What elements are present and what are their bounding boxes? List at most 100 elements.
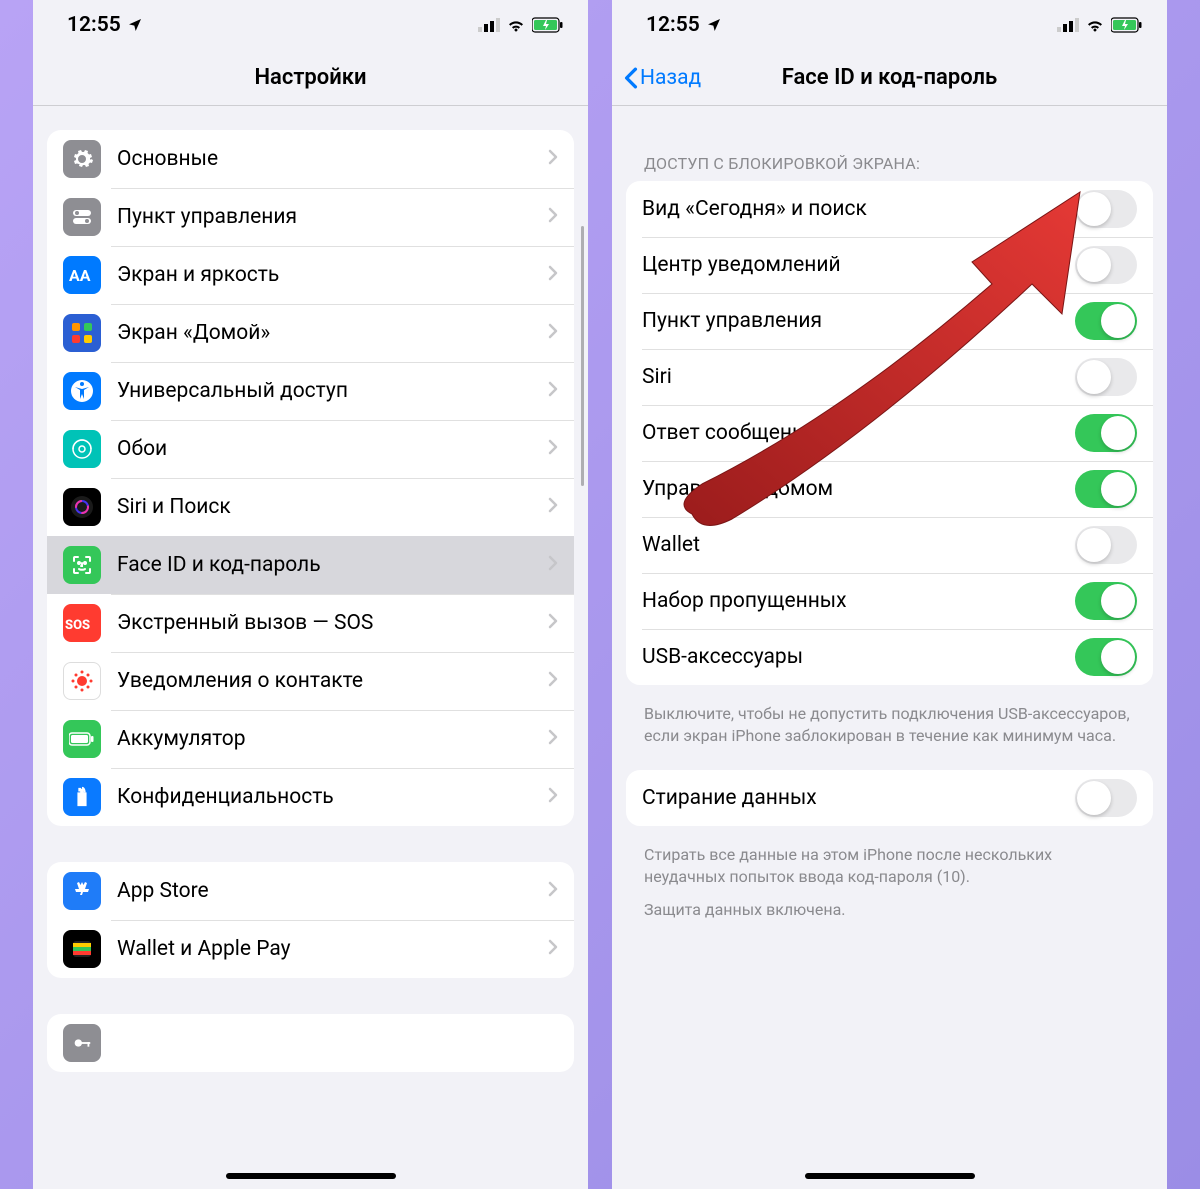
toggle-row: Центр уведомлений bbox=[626, 237, 1153, 293]
chevron-right-icon bbox=[548, 671, 558, 691]
chevron-right-icon bbox=[548, 265, 558, 285]
toggle-label: Ответ сообщением bbox=[642, 421, 1075, 445]
signal-icon bbox=[1057, 18, 1079, 32]
toggle-label: Вид «Сегодня» и поиск bbox=[642, 197, 1075, 221]
list-item[interactable]: Wallet и Apple Pay bbox=[47, 920, 574, 978]
home-indicator[interactable] bbox=[805, 1173, 975, 1179]
chevron-right-icon bbox=[548, 881, 558, 901]
list-item[interactable]: Face ID и код-пароль bbox=[47, 536, 574, 594]
battery-charging-icon bbox=[1111, 17, 1143, 33]
toggle-switch[interactable] bbox=[1075, 246, 1137, 284]
toggle-switch[interactable] bbox=[1075, 526, 1137, 564]
toggle-switch[interactable] bbox=[1075, 582, 1137, 620]
section-header: ДОСТУП С БЛОКИРОВКОЙ ЭКРАНА: bbox=[626, 154, 1153, 181]
nav-header: Настройки bbox=[33, 50, 588, 106]
chevron-right-icon bbox=[548, 613, 558, 633]
svg-text:AA: AA bbox=[69, 266, 91, 285]
list-item[interactable]: Аккумулятор bbox=[47, 710, 574, 768]
list-item[interactable]: Конфиденциальность bbox=[47, 768, 574, 826]
chevron-right-icon bbox=[548, 149, 558, 169]
list-item[interactable]: Экран «Домой» bbox=[47, 304, 574, 362]
list-item[interactable]: Siri и Поиск bbox=[47, 478, 574, 536]
list-item[interactable]: Обои bbox=[47, 420, 574, 478]
toggle-label: Управление домом bbox=[642, 477, 1075, 501]
chevron-right-icon bbox=[548, 729, 558, 749]
faceid-icon bbox=[63, 546, 101, 584]
toggle-row: Siri bbox=[626, 349, 1153, 405]
toggle-switch[interactable] bbox=[1075, 414, 1137, 452]
row-label: Универсальный доступ bbox=[117, 379, 548, 403]
signal-icon bbox=[478, 18, 500, 32]
svg-text:SOS: SOS bbox=[65, 618, 90, 633]
sos-icon: SOS bbox=[63, 604, 101, 642]
scrollbar[interactable] bbox=[581, 226, 584, 486]
list-item[interactable]: AAЭкран и яркость bbox=[47, 246, 574, 304]
settings-list[interactable]: Основные Пункт управленияAAЭкран и яркост… bbox=[33, 106, 588, 1189]
page-title: Face ID и код-пароль bbox=[782, 65, 997, 90]
appstore-icon bbox=[63, 872, 101, 910]
home-indicator[interactable] bbox=[226, 1173, 396, 1179]
status-time: 12:55 bbox=[67, 13, 121, 37]
wifi-icon bbox=[1085, 18, 1105, 32]
row-label: Конфиденциальность bbox=[117, 785, 548, 809]
faceid-screen: 12:55 Назад Face ID и код-пароль ДОСТУП … bbox=[612, 0, 1167, 1189]
status-time: 12:55 bbox=[646, 13, 700, 37]
list-item[interactable]: Пункт управления bbox=[47, 188, 574, 246]
battery-icon bbox=[63, 720, 101, 758]
erase-note: Стирать все данные на этом iPhone после … bbox=[626, 836, 1153, 899]
list-item[interactable]: Основные bbox=[47, 130, 574, 188]
chevron-right-icon bbox=[548, 207, 558, 227]
passwords-icon bbox=[63, 1024, 101, 1062]
row-label: Обои bbox=[117, 437, 548, 461]
toggle-row: Вид «Сегодня» и поиск bbox=[626, 181, 1153, 237]
list-item[interactable]: Уведомления о контакте bbox=[47, 652, 574, 710]
toggle-switch[interactable] bbox=[1075, 302, 1137, 340]
erase-data-row: Стирание данных bbox=[626, 770, 1153, 826]
erase-data-toggle[interactable] bbox=[1075, 779, 1137, 817]
battery-charging-icon bbox=[532, 17, 564, 33]
wallpaper-icon bbox=[63, 430, 101, 468]
protection-note: Защита данных включена. bbox=[626, 899, 1153, 945]
chevron-right-icon bbox=[548, 787, 558, 807]
privacy-icon bbox=[63, 778, 101, 816]
list-item[interactable]: App Store bbox=[47, 862, 574, 920]
faceid-content[interactable]: ДОСТУП С БЛОКИРОВКОЙ ЭКРАНА: Вид «Сегодн… bbox=[612, 106, 1167, 1189]
row-label: Siri и Поиск bbox=[117, 495, 548, 519]
toggle-row: Wallet bbox=[626, 517, 1153, 573]
row-label: Экстренный вызов — SOS bbox=[117, 611, 548, 635]
list-item[interactable] bbox=[47, 1014, 574, 1072]
control-icon bbox=[63, 198, 101, 236]
list-item[interactable]: SOS Экстренный вызов — SOS bbox=[47, 594, 574, 652]
toggle-label: Центр уведомлений bbox=[642, 253, 1075, 277]
status-bar: 12:55 bbox=[612, 0, 1167, 50]
location-icon bbox=[706, 17, 722, 33]
back-button[interactable]: Назад bbox=[624, 66, 701, 90]
chevron-right-icon bbox=[548, 439, 558, 459]
settings-screen: 12:55 Настройки Основные Пункт управления… bbox=[33, 0, 588, 1189]
wifi-icon bbox=[506, 18, 526, 32]
row-label: Wallet и Apple Pay bbox=[117, 937, 548, 961]
list-item[interactable]: Универсальный доступ bbox=[47, 362, 574, 420]
toggle-row: USB-аксессуары bbox=[626, 629, 1153, 685]
toggle-row: Пункт управления bbox=[626, 293, 1153, 349]
page-title: Настройки bbox=[254, 65, 366, 90]
chevron-right-icon bbox=[548, 497, 558, 517]
siri-icon bbox=[63, 488, 101, 526]
toggle-switch[interactable] bbox=[1075, 470, 1137, 508]
row-label: Основные bbox=[117, 147, 548, 171]
exposure-icon bbox=[63, 662, 101, 700]
row-label: Уведомления о контакте bbox=[117, 669, 548, 693]
toggle-switch[interactable] bbox=[1075, 190, 1137, 228]
wallet-icon bbox=[63, 930, 101, 968]
toggle-label: Wallet bbox=[642, 533, 1075, 557]
gear-icon bbox=[63, 140, 101, 178]
status-bar: 12:55 bbox=[33, 0, 588, 50]
toggle-switch[interactable] bbox=[1075, 638, 1137, 676]
toggle-switch[interactable] bbox=[1075, 358, 1137, 396]
row-label: App Store bbox=[117, 879, 548, 903]
row-label: Экран «Домой» bbox=[117, 321, 548, 345]
chevron-right-icon bbox=[548, 555, 558, 575]
toggle-row: Ответ сообщением bbox=[626, 405, 1153, 461]
toggle-row: Набор пропущенных bbox=[626, 573, 1153, 629]
chevron-right-icon bbox=[548, 323, 558, 343]
